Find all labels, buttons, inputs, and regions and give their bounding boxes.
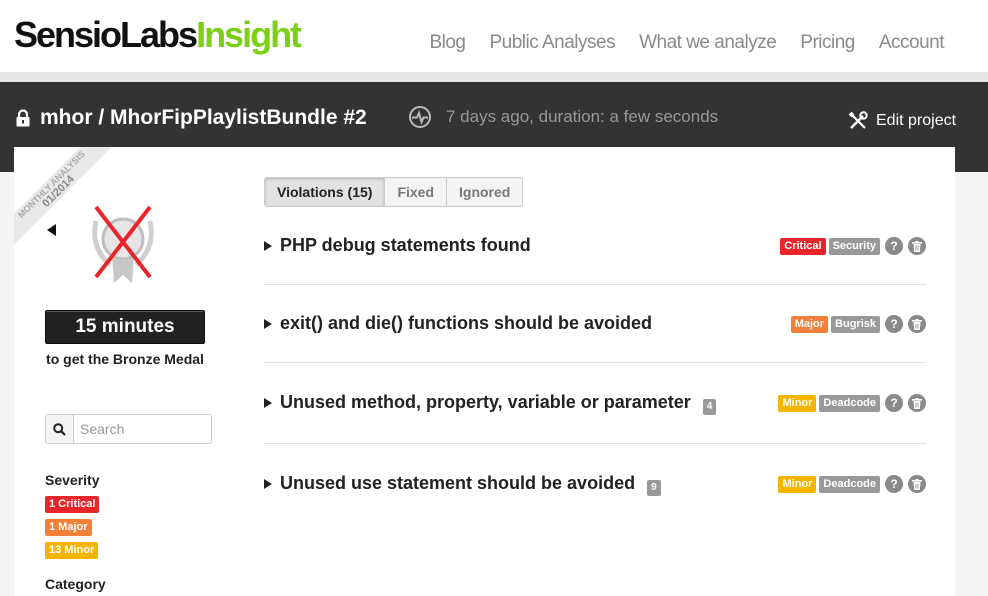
project-title: mhor / MhorFipPlaylistBundle #2 bbox=[14, 106, 367, 130]
occurrence-count: 9 bbox=[647, 479, 661, 496]
severity-badge: Critical bbox=[780, 237, 826, 255]
expand-arrow-icon[interactable] bbox=[264, 318, 272, 329]
separator-band bbox=[0, 72, 988, 82]
violation-title[interactable]: exit() and die() functions should be avo… bbox=[264, 313, 652, 334]
category-badge: Security bbox=[828, 237, 880, 255]
severity-badge: Minor bbox=[778, 394, 817, 412]
help-icon[interactable]: ? bbox=[885, 394, 903, 412]
severity-filter-minor[interactable]: 13 Minor bbox=[45, 542, 99, 559]
medal-caption: to get the Bronze Medal bbox=[46, 351, 204, 367]
trash-icon[interactable] bbox=[908, 237, 926, 255]
violation-badges: Critical Security? bbox=[780, 237, 926, 255]
status-text: 7 days ago, duration: a few seconds bbox=[446, 107, 719, 126]
brand-logo[interactable]: SensioLabsInsight bbox=[14, 14, 302, 56]
previous-arrow-icon[interactable] bbox=[47, 224, 56, 236]
violation-badges: Major Bugrisk? bbox=[790, 315, 926, 333]
violation-tabs: Violations (15) Fixed Ignored bbox=[264, 177, 524, 207]
severity-badge: Major bbox=[790, 315, 829, 333]
main-nav: Blog Public Analyses What we analyze Pri… bbox=[429, 32, 944, 54]
trash-icon[interactable] bbox=[908, 475, 926, 493]
category-badge: Deadcode bbox=[819, 394, 880, 412]
category-badge: Deadcode bbox=[819, 475, 880, 493]
severity-badge: Minor bbox=[778, 475, 817, 493]
violation-row[interactable]: Unused use statement should be avoided 9 M… bbox=[264, 444, 926, 504]
search-icon bbox=[53, 422, 66, 436]
nav-account[interactable]: Account bbox=[879, 32, 945, 54]
time-to-medal: 15 minutes bbox=[45, 310, 205, 344]
violation-row[interactable]: Unused method, property, variable or par… bbox=[264, 363, 926, 444]
occurrence-count: 4 bbox=[702, 398, 717, 415]
violation-row[interactable]: PHP debug statements found Critical Securi… bbox=[264, 221, 926, 285]
nav-what-we-analyze[interactable]: What we analyze bbox=[639, 32, 777, 54]
edit-project-button[interactable]: Edit project bbox=[848, 111, 956, 131]
tab-fixed[interactable]: Fixed bbox=[384, 178, 447, 206]
severity-filter-major[interactable]: 1 Major bbox=[45, 519, 92, 536]
violation-row[interactable]: exit() and die() functions should be avo… bbox=[264, 285, 926, 363]
help-icon[interactable]: ? bbox=[885, 315, 903, 333]
top-nav: SensioLabsInsight Blog Public Analyses W… bbox=[0, 0, 988, 72]
category-badge: Bugrisk bbox=[831, 315, 880, 333]
violation-title[interactable]: Unused method, property, variable or par… bbox=[264, 392, 717, 415]
tools-icon bbox=[848, 111, 868, 129]
expand-arrow-icon[interactable] bbox=[264, 478, 272, 489]
tab-violations[interactable]: Violations (15) bbox=[265, 178, 385, 206]
search-button[interactable] bbox=[46, 415, 74, 443]
nav-pricing[interactable]: Pricing bbox=[800, 32, 855, 54]
help-icon[interactable]: ? bbox=[885, 237, 903, 255]
project-name[interactable]: mhor / MhorFipPlaylistBundle #2 bbox=[40, 106, 367, 130]
violation-title-text: Unused method, property, variable or par… bbox=[280, 392, 691, 412]
lock-icon bbox=[16, 109, 30, 127]
violations-panel: Violations (15) Fixed Ignored PHP debug … bbox=[234, 147, 955, 596]
violation-title-text: exit() and die() functions should be avo… bbox=[280, 313, 653, 333]
help-icon[interactable]: ? bbox=[885, 475, 903, 493]
violation-title-text: Unused use statement should be avoided bbox=[280, 473, 636, 493]
severity-filter-critical[interactable]: 1 Critical bbox=[45, 496, 100, 513]
expand-arrow-icon[interactable] bbox=[264, 397, 272, 408]
trash-icon[interactable] bbox=[908, 315, 926, 333]
violation-title[interactable]: PHP debug statements found bbox=[264, 235, 531, 256]
nav-blog[interactable]: Blog bbox=[429, 32, 466, 54]
activity-icon bbox=[409, 106, 431, 128]
violation-title[interactable]: Unused use statement should be avoided 9 bbox=[264, 473, 661, 496]
trash-icon[interactable] bbox=[908, 394, 926, 412]
tab-ignored[interactable]: Ignored bbox=[446, 178, 523, 206]
edit-project-label: Edit project bbox=[876, 112, 957, 129]
violation-title-text: PHP debug statements found bbox=[280, 235, 531, 255]
expand-arrow-icon[interactable] bbox=[264, 240, 272, 251]
search-box bbox=[45, 414, 212, 444]
medal-icon bbox=[92, 205, 154, 283]
analysis-status: 7 days ago, duration: a few seconds bbox=[408, 105, 718, 129]
violation-badges: Minor Deadcode? bbox=[778, 394, 926, 412]
nav-public-analyses[interactable]: Public Analyses bbox=[490, 32, 616, 54]
category-heading: Category bbox=[45, 576, 106, 592]
search-input[interactable] bbox=[74, 415, 208, 443]
violation-badges: Minor Deadcode? bbox=[778, 475, 926, 493]
sidebar: MONTHLY ANALYSIS 01/2014 15 minutes to g… bbox=[14, 147, 234, 596]
severity-heading: Severity bbox=[45, 472, 100, 488]
